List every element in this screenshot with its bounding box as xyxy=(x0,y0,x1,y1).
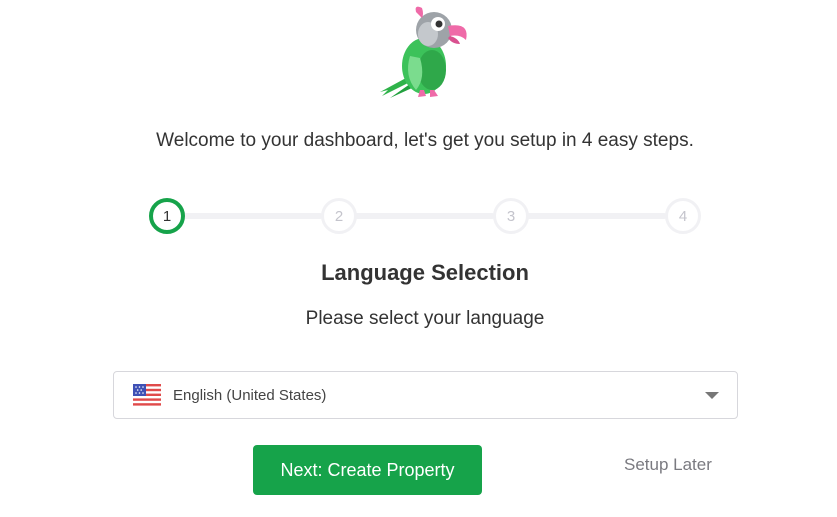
next-create-property-button[interactable]: Next: Create Property xyxy=(253,445,482,495)
parrot-mascot-icon xyxy=(380,6,467,98)
setup-stepper: 1 2 3 4 xyxy=(149,198,701,234)
us-flag-icon xyxy=(133,384,161,408)
language-select-value: English (United States) xyxy=(173,387,327,404)
chevron-down-icon xyxy=(705,392,719,399)
welcome-message: Welcome to your dashboard, let's get you… xyxy=(156,130,694,151)
section-title: Language Selection xyxy=(321,260,529,285)
step-connector xyxy=(182,213,323,219)
step-1-indicator: 1 xyxy=(149,198,185,234)
step-4-indicator: 4 xyxy=(665,198,701,234)
step-2-indicator: 2 xyxy=(321,198,357,234)
step-3-indicator: 3 xyxy=(493,198,529,234)
setup-later-link[interactable]: Setup Later xyxy=(624,455,712,475)
section-subtitle: Please select your language xyxy=(305,308,545,329)
language-select[interactable]: English (United States) xyxy=(113,371,738,419)
step-connector xyxy=(354,213,495,219)
setup-page: Welcome to your dashboard, let's get you… xyxy=(0,0,837,517)
step-connector xyxy=(526,213,667,219)
